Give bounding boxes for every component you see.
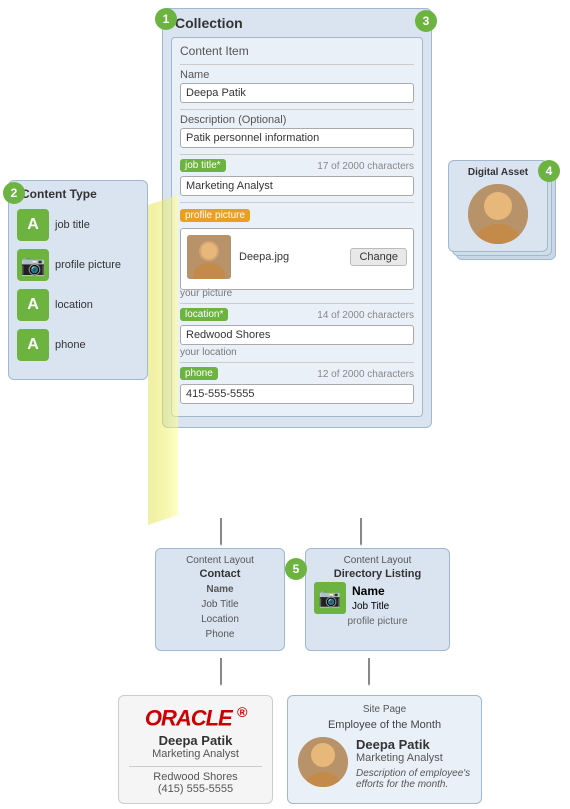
ct-icon-profile-picture: 📷 xyxy=(17,249,49,281)
name-label: Name xyxy=(180,69,414,81)
ct-item-location: A location xyxy=(17,289,139,321)
oracle-logo: ORACLE ® xyxy=(129,704,262,731)
location-input[interactable]: Redwood Shores xyxy=(180,325,414,345)
site-photo xyxy=(298,737,348,787)
your-picture-hint: your picture xyxy=(180,288,414,299)
site-page-content: Deepa Patik Marketing Analyst Descriptio… xyxy=(298,737,471,790)
ct-item-job-title: A job title xyxy=(17,209,139,241)
location-field-section: location* 14 of 2000 characters Redwood … xyxy=(180,303,414,358)
job-title-meta: 17 of 2000 characters xyxy=(317,161,414,172)
job-title-tag: job title* xyxy=(180,159,226,172)
oracle-location: Redwood Shores xyxy=(129,771,262,783)
location-tag: location* xyxy=(180,308,228,321)
content-type-title: Content Type xyxy=(21,187,139,201)
phone-field-section: phone 12 of 2000 characters 415-555-5555 xyxy=(180,362,414,404)
layout-contact-title-sm: Content Layout xyxy=(164,555,276,566)
layout-contact-title-lg: Contact xyxy=(164,568,276,580)
badge-3: 3 xyxy=(415,10,437,32)
layout-directory-title-sm: Content Layout xyxy=(314,555,441,566)
digital-asset-title: Digital Asset xyxy=(455,167,541,178)
desc-label: Description (Optional) xyxy=(180,114,414,126)
profile-thumb xyxy=(187,235,231,279)
site-page-title-sm: Site Page xyxy=(298,704,471,715)
da-photo xyxy=(468,184,528,244)
change-button[interactable]: Change xyxy=(350,248,407,266)
ct-label-location: location xyxy=(55,299,93,311)
site-text: Deepa Patik Marketing Analyst Descriptio… xyxy=(356,737,471,790)
ct-label-job-title: job title xyxy=(55,219,90,231)
layout-img-icon: 📷 xyxy=(314,582,346,614)
layout-contact-box: Content Layout Contact Name Job Title Lo… xyxy=(155,548,285,651)
diagram-container: 1 Collection Content Item Name Deepa Pat… xyxy=(0,0,570,809)
layout-contact-content: Name Job Title Location Phone xyxy=(164,582,276,642)
location-meta: 14 of 2000 characters xyxy=(317,310,414,321)
da-front: Digital Asset xyxy=(448,160,548,252)
badge-5: 5 xyxy=(285,558,307,580)
badge-2: 2 xyxy=(3,182,25,204)
layout-img-text: Name Job Title xyxy=(352,584,389,612)
site-desc: Description of employee's efforts for th… xyxy=(356,768,471,790)
layout-directory-title-lg: Directory Listing xyxy=(314,568,441,580)
profile-picture-label: profile picture xyxy=(314,616,441,627)
content-type-box: Content Type A job title 📷 profile pictu… xyxy=(8,180,148,380)
ct-item-phone: A phone xyxy=(17,329,139,361)
site-role: Marketing Analyst xyxy=(356,752,471,764)
ct-icon-job-title: A xyxy=(17,209,49,241)
badge-4: 4 xyxy=(538,160,560,182)
site-page-subtitle: Employee of the Month xyxy=(298,719,471,731)
profile-picture-field-section: profile picture Deepa.jpg xyxy=(180,202,414,299)
ct-icon-location: A xyxy=(17,289,49,321)
oracle-name: Deepa Patik xyxy=(129,733,262,748)
oracle-title: Marketing Analyst xyxy=(129,748,262,760)
content-item-title: Content Item xyxy=(180,44,414,58)
oracle-phone: (415) 555-5555 xyxy=(129,783,262,795)
profile-filename: Deepa.jpg xyxy=(239,251,342,263)
name-input[interactable]: Deepa Patik xyxy=(180,83,414,103)
collection-box: Collection Content Item Name Deepa Patik… xyxy=(162,8,432,428)
ct-label-phone: phone xyxy=(55,339,86,351)
collection-title: Collection xyxy=(175,15,423,31)
name-field-section: Name Deepa Patik xyxy=(180,64,414,103)
output-row: ORACLE ® Deepa Patik Marketing Analyst R… xyxy=(118,695,482,804)
layout-directory-content: 📷 Name Job Title xyxy=(314,582,441,614)
ct-icon-phone: A xyxy=(17,329,49,361)
job-title-field-section: job title* 17 of 2000 characters Marketi… xyxy=(180,154,414,196)
oracle-output-box: ORACLE ® Deepa Patik Marketing Analyst R… xyxy=(118,695,273,804)
site-name: Deepa Patik xyxy=(356,737,471,752)
phone-meta: 12 of 2000 characters xyxy=(317,369,414,380)
your-location-hint: your location xyxy=(180,347,414,358)
profile-picture-row: Deepa.jpg Change xyxy=(187,235,407,279)
content-item-box: Content Item Name Deepa Patik Descriptio… xyxy=(171,37,423,417)
layout-directory-box: Content Layout Directory Listing 📷 Name … xyxy=(305,548,450,651)
ct-item-profile-picture: 📷 profile picture xyxy=(17,249,139,281)
badge-1: 1 xyxy=(155,8,177,30)
profile-picture-tag: profile picture xyxy=(180,209,250,222)
desc-field-section: Description (Optional) Patik personnel i… xyxy=(180,109,414,148)
site-page-box: Site Page Employee of the Month Deepa Pa… xyxy=(287,695,482,804)
job-title-input[interactable]: Marketing Analyst xyxy=(180,176,414,196)
phone-input[interactable]: 415-555-5555 xyxy=(180,384,414,404)
ct-label-profile-picture: profile picture xyxy=(55,259,121,271)
desc-input[interactable]: Patik personnel information xyxy=(180,128,414,148)
phone-tag: phone xyxy=(180,367,218,380)
